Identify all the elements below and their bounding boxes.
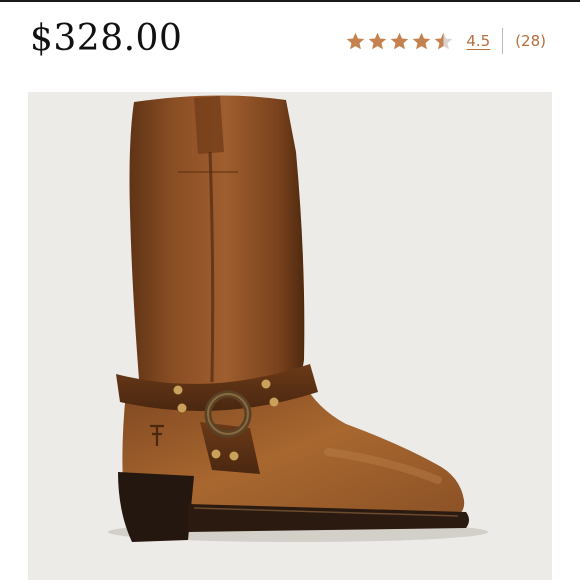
star-icon [413,32,431,49]
product-price: $328.00 [30,18,183,59]
rating-summary[interactable]: 4.5 (28) [345,28,546,54]
product-image[interactable] [28,92,552,580]
rating-divider [502,28,504,54]
half-star-icon [435,32,453,49]
review-count-link[interactable]: (28) [515,32,546,50]
rating-value-link[interactable]: 4.5 [466,32,490,50]
star-icon [369,32,387,49]
star-rating [345,31,454,52]
top-divider [0,0,580,2]
harness-boot-photo [108,95,488,542]
star-icon [391,32,409,49]
star-icon [347,32,365,49]
